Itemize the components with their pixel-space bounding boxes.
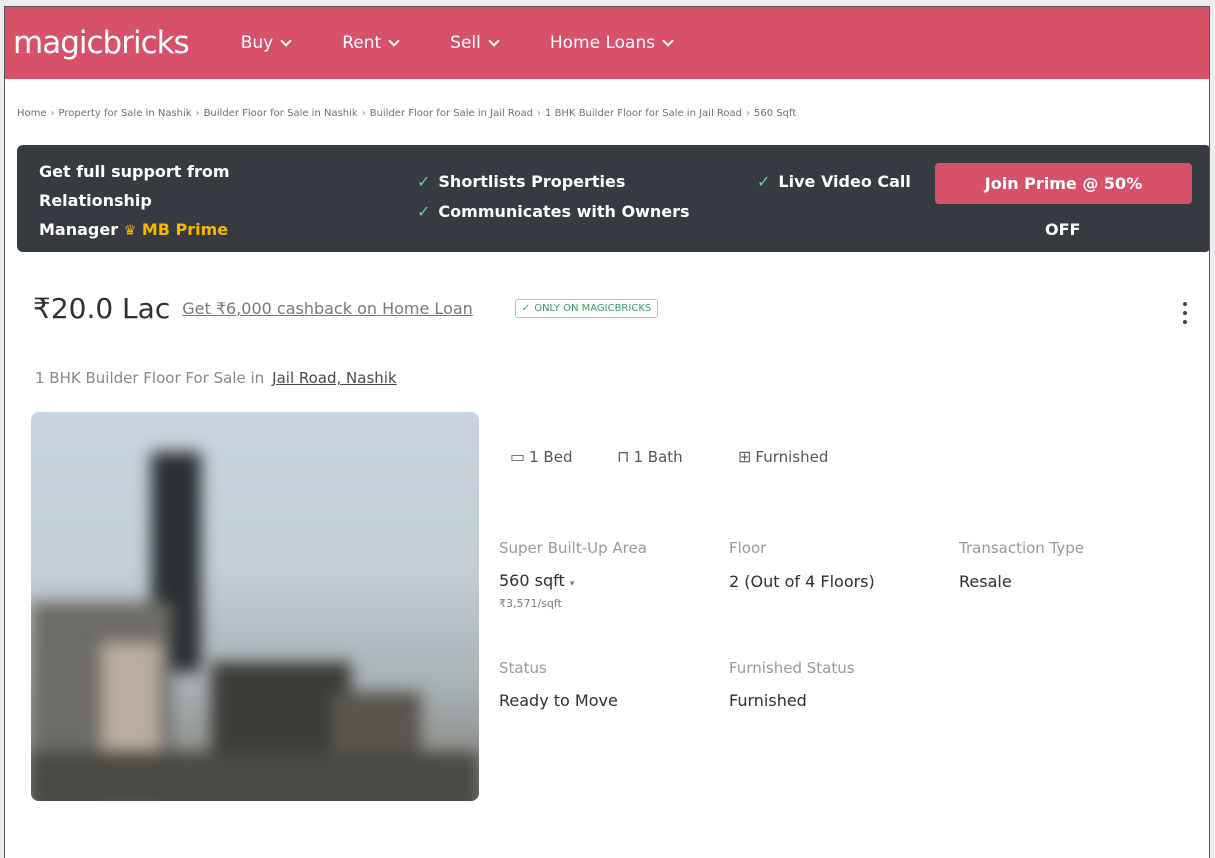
nav-sell[interactable]: Sell [450, 33, 500, 53]
nav-buy-label: Buy [240, 33, 274, 53]
area-label: Super Built-Up Area [499, 539, 647, 557]
status-label: Status [499, 659, 547, 677]
chevron-down-icon [388, 34, 400, 47]
breadcrumb-builder-floor-nashik[interactable]: Builder Floor for Sale in Nashik [204, 108, 358, 119]
top-navigation: magicbricks Buy Rent Sell Home Loans [5, 7, 1209, 79]
price-row: ₹20.0 Lac Get ₹6,000 cashback on Home Lo… [33, 292, 659, 325]
check-icon: ✓ [521, 303, 531, 314]
check-icon: ✓ [757, 172, 771, 191]
crown-icon: ♛ [123, 223, 137, 239]
nav-rent-label: Rent [342, 33, 382, 53]
furnished-status-value: Furnished [729, 691, 807, 710]
chevron-down-icon [280, 34, 292, 47]
chevron-down-icon [662, 34, 674, 47]
prime-support-line: Relationship [39, 191, 152, 210]
amenity-bed-label: 1 Bed [529, 447, 573, 466]
breadcrumb-current: 560 Sqft [754, 107, 797, 119]
exclusive-badge: ✓ ONLY ON MAGICBRICKS [514, 299, 659, 318]
breadcrumb-home[interactable]: Home [17, 108, 47, 119]
breadcrumb-sale-nashik[interactable]: Property for Sale in Nashik [59, 108, 192, 119]
prime-support-line: Manager ♛ MB Prime [39, 215, 279, 246]
floor-label: Floor [729, 539, 767, 557]
chevron-down-icon [488, 34, 500, 47]
furnished-icon: ⊞ [738, 447, 752, 466]
area-value: 560 sqft ▾ [499, 571, 574, 590]
nav-home-loans-label: Home Loans [549, 33, 656, 53]
prime-support-manager: Manager [39, 220, 119, 239]
status-value: Ready to Move [499, 691, 618, 710]
floor-value: 2 (Out of 4 Floors) [729, 572, 875, 591]
bath-icon: ⊓ [617, 447, 630, 466]
prime-feature-label: Communicates with Owners [438, 202, 690, 221]
breadcrumb-separator: › [195, 107, 200, 119]
prime-feature: ✓ Live Video Call [757, 172, 911, 191]
join-prime-off-label: OFF [1045, 220, 1081, 239]
prime-feature-label: Shortlists Properties [438, 172, 626, 191]
amenity-furnished-label: Furnished [755, 447, 829, 466]
amenity-furnished: ⊞ Furnished [738, 447, 828, 466]
breadcrumb-separator: › [361, 107, 366, 119]
furnished-status-label: Furnished Status [729, 659, 855, 677]
cashback-link[interactable]: Get ₹6,000 cashback on Home Loan [182, 299, 473, 318]
check-icon: ✓ [417, 202, 431, 221]
prime-support-line: Get full support from [39, 162, 230, 181]
listing-title: 1 BHK Builder Floor For Sale in Jail Road… [35, 369, 397, 387]
nav-home-loans[interactable]: Home Loans [549, 33, 674, 53]
mb-prime-label: MB Prime [141, 220, 229, 239]
area-rate: ₹3,571/sqft [499, 597, 562, 610]
caret-down-icon[interactable]: ▾ [570, 579, 575, 589]
amenity-bath-label: 1 Bath [633, 447, 683, 466]
bed-icon: ▭ [510, 447, 526, 466]
breadcrumb-builder-floor-jail-road[interactable]: Builder Floor for Sale in Jail Road [370, 108, 533, 119]
prime-feature-label: Live Video Call [778, 172, 911, 191]
breadcrumb-separator: › [50, 107, 55, 119]
listing-title-prefix: 1 BHK Builder Floor For Sale in [35, 369, 265, 387]
nav-rent[interactable]: Rent [342, 33, 400, 53]
prime-feature: ✓ Communicates with Owners [417, 202, 690, 221]
prime-support-text: Get full support from Relationship Manag… [39, 157, 279, 246]
more-options-icon[interactable] [1183, 302, 1189, 329]
page-frame: magicbricks Buy Rent Sell Home Loans Hom… [4, 6, 1210, 858]
nav-buy[interactable]: Buy [240, 33, 292, 53]
transaction-value: Resale [959, 572, 1012, 591]
prime-banner: Get full support from Relationship Manag… [17, 145, 1209, 252]
breadcrumb-separator: › [746, 107, 751, 119]
check-icon: ✓ [417, 172, 431, 191]
breadcrumb-separator: › [537, 107, 542, 119]
exclusive-badge-label: ONLY ON MAGICBRICKS [534, 303, 652, 314]
magicbricks-logo[interactable]: magicbricks [13, 25, 190, 61]
amenity-bed: ▭ 1 Bed [510, 447, 572, 466]
amenity-bath: ⊓ 1 Bath [617, 447, 683, 466]
listing-location-link[interactable]: Jail Road, Nashik [272, 369, 396, 387]
breadcrumb-1bhk-jail-road[interactable]: 1 BHK Builder Floor for Sale in Jail Roa… [545, 108, 742, 119]
prime-feature: ✓ Shortlists Properties [417, 172, 625, 191]
property-price: ₹20.0 Lac [33, 292, 171, 325]
join-prime-button[interactable]: Join Prime @ 50% [935, 163, 1192, 204]
property-photo[interactable] [31, 412, 479, 801]
transaction-label: Transaction Type [959, 539, 1085, 557]
nav-sell-label: Sell [450, 33, 481, 53]
area-value-text: 560 sqft [499, 571, 565, 590]
breadcrumb: Home › Property for Sale in Nashik › Build… [5, 79, 1209, 147]
